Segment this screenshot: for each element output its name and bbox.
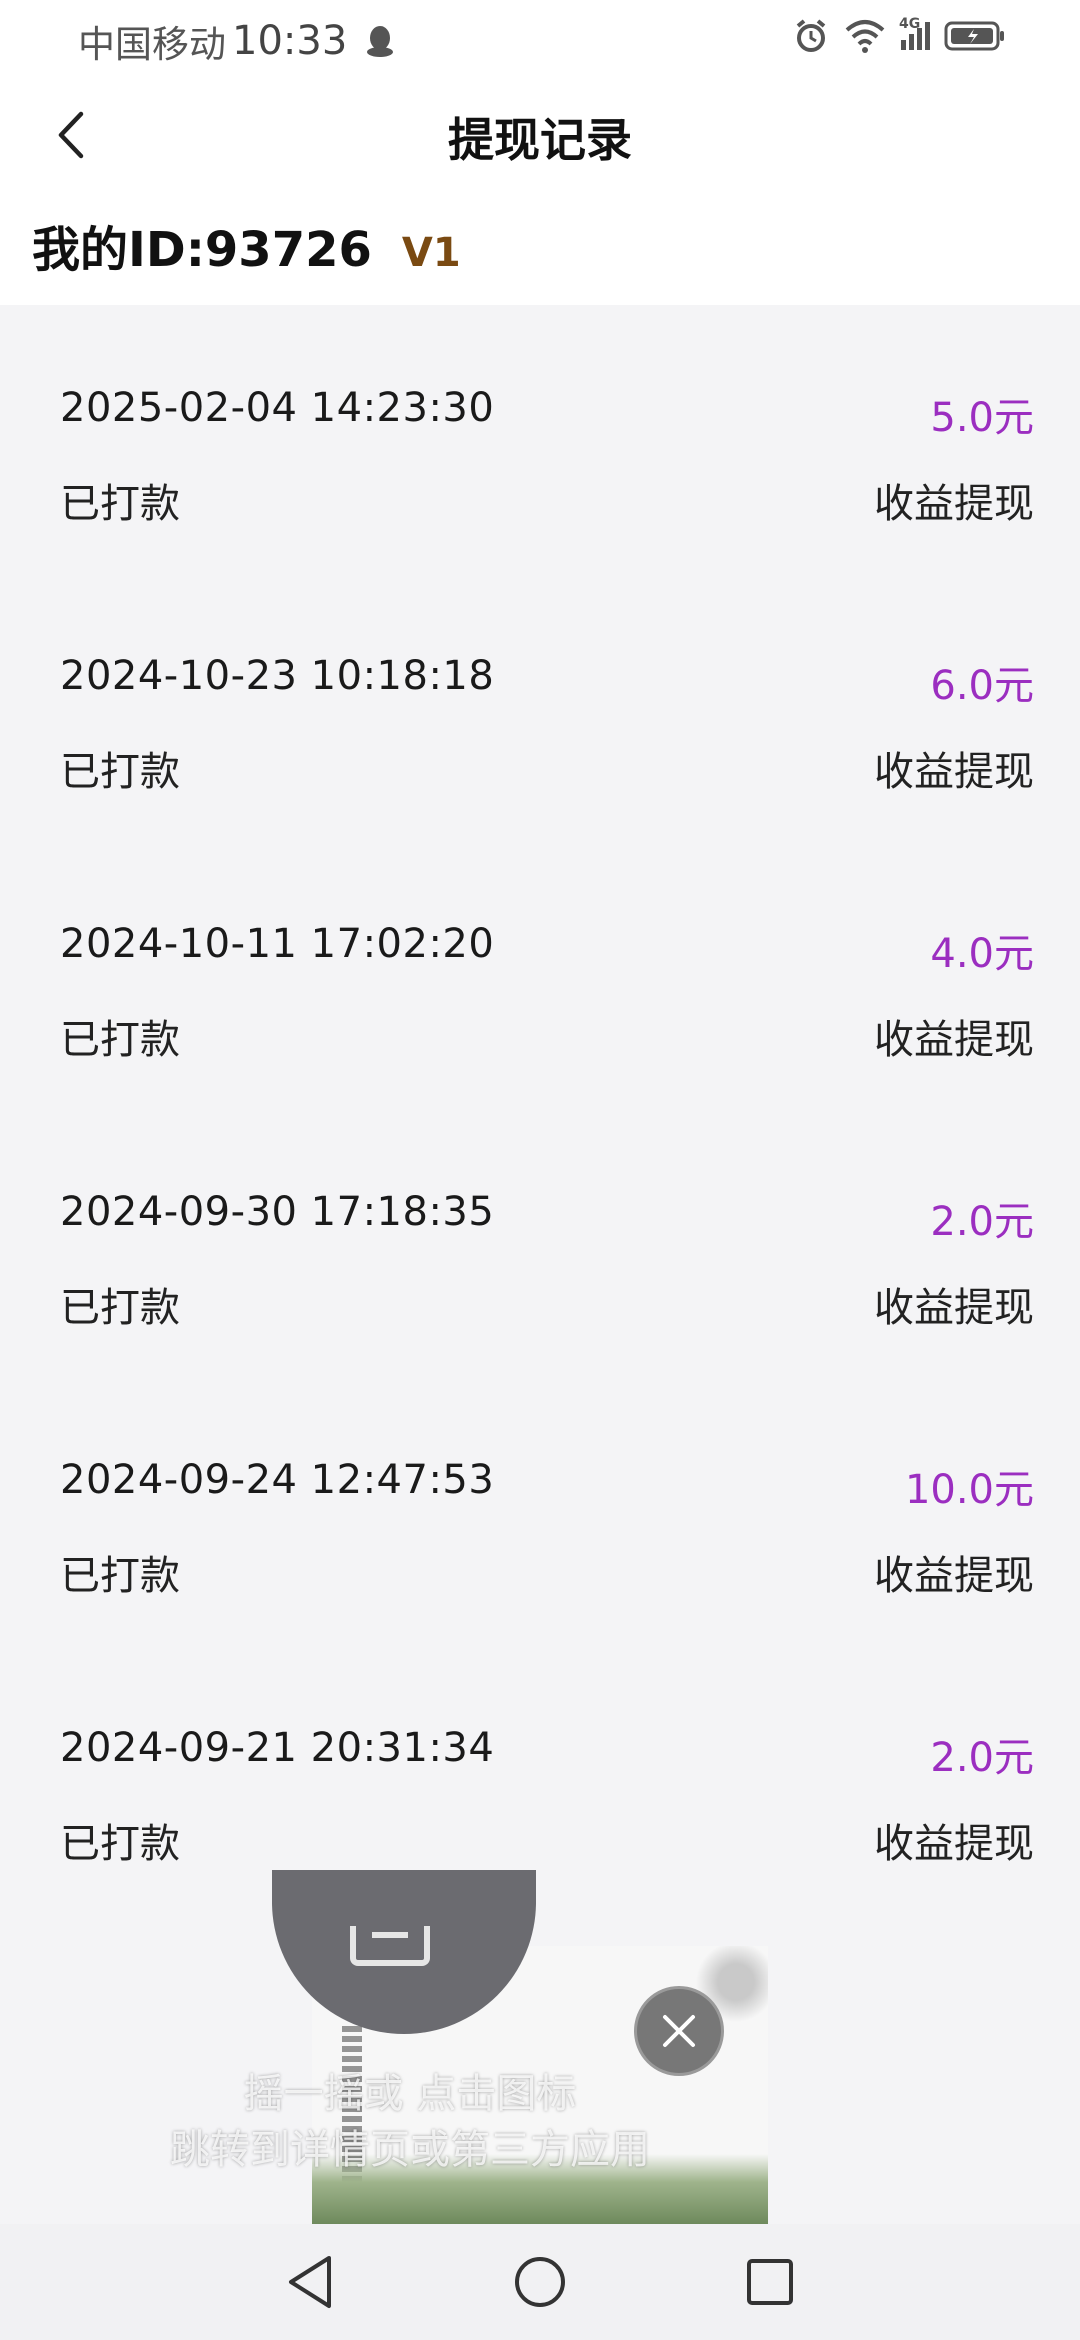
cell-signal-icon: 4G <box>899 16 930 50</box>
close-icon <box>663 2015 695 2047</box>
list-item[interactable]: 2024-10-23 10:18:18 6.0元 已打款 收益提现 <box>0 573 1080 841</box>
record-type: 收益提现 <box>874 1553 1034 1599</box>
qq-icon <box>367 26 394 57</box>
user-id: 我的ID:93726 <box>32 222 372 278</box>
record-amount: 5.0元 <box>930 395 1034 441</box>
page-title: 提现记录 <box>448 113 632 167</box>
battery-icon <box>944 21 1004 51</box>
record-date: 2024-09-24 12:47:53 <box>60 1457 495 1503</box>
record-date: 2024-09-21 20:31:34 <box>60 1725 495 1771</box>
list-item[interactable]: 2024-09-21 20:31:34 2.0元 已打款 收益提现 <box>0 1645 1080 1913</box>
record-type: 收益提现 <box>874 1821 1034 1867</box>
record-type: 收益提现 <box>874 1017 1034 1063</box>
status-bar: 中国移动 10:33 4G <box>0 0 1080 76</box>
level-badge: V1 <box>401 230 461 276</box>
ad-hint-line2: 跳转到详情页或第三方应用 <box>170 2127 650 2173</box>
nav-home-button[interactable] <box>510 2252 570 2312</box>
status-time: 10:33 <box>232 18 348 64</box>
list-item[interactable]: 2025-02-04 14:23:30 5.0元 已打款 收益提现 <box>0 305 1080 573</box>
record-type: 收益提现 <box>874 1285 1034 1331</box>
record-type: 收益提现 <box>874 749 1034 795</box>
triangle-back-icon <box>289 2256 331 2308</box>
header: 提现记录 <box>0 90 1080 180</box>
list-item[interactable]: 2024-10-11 17:02:20 4.0元 已打款 收益提现 <box>0 841 1080 1109</box>
nav-back-button[interactable] <box>280 2252 340 2312</box>
nav-recents-button[interactable] <box>740 2252 800 2312</box>
status-right: 4G <box>793 16 1006 54</box>
record-status: 已打款 <box>60 1821 180 1867</box>
ad-hint-line1: 摇一摇或 点击图标 <box>243 2071 577 2117</box>
status-left: 中国移动 10:33 <box>78 14 395 68</box>
record-date: 2024-09-30 17:18:35 <box>60 1189 495 1235</box>
system-nav-bar <box>0 2224 1080 2340</box>
alarm-icon <box>796 19 826 52</box>
record-status: 已打款 <box>60 481 180 527</box>
record-date: 2024-10-23 10:18:18 <box>60 653 495 699</box>
list-item[interactable]: 2024-09-24 12:47:53 10.0元 已打款 收益提现 <box>0 1377 1080 1645</box>
record-date: 2025-02-04 14:23:30 <box>60 385 495 431</box>
circle-home-icon <box>515 2257 565 2307</box>
square-recents-icon <box>747 2259 793 2305</box>
record-status: 已打款 <box>60 1285 180 1331</box>
ad-hint: 摇一摇或 点击图标 跳转到详情页或第三方应用 <box>150 2066 670 2178</box>
carrier-name: 中国移动 <box>78 23 226 66</box>
record-status: 已打款 <box>60 1017 180 1063</box>
phone-icon <box>350 1926 430 1966</box>
record-amount: 4.0元 <box>930 931 1034 977</box>
ad-close-button[interactable] <box>634 1986 724 2076</box>
list-item[interactable]: 2024-09-30 17:18:35 2.0元 已打款 收益提现 <box>0 1109 1080 1377</box>
record-amount: 2.0元 <box>930 1735 1034 1781</box>
record-amount: 10.0元 <box>904 1467 1034 1513</box>
record-status: 已打款 <box>60 1553 180 1599</box>
record-date: 2024-10-11 17:02:20 <box>60 921 495 967</box>
record-status: 已打款 <box>60 749 180 795</box>
record-type: 收益提现 <box>874 481 1034 527</box>
record-amount: 6.0元 <box>930 663 1034 709</box>
record-amount: 2.0元 <box>930 1199 1034 1245</box>
user-info: 我的ID:93726 V1 <box>32 210 461 280</box>
wifi-icon <box>845 20 885 53</box>
network-type: 4G <box>899 16 921 32</box>
